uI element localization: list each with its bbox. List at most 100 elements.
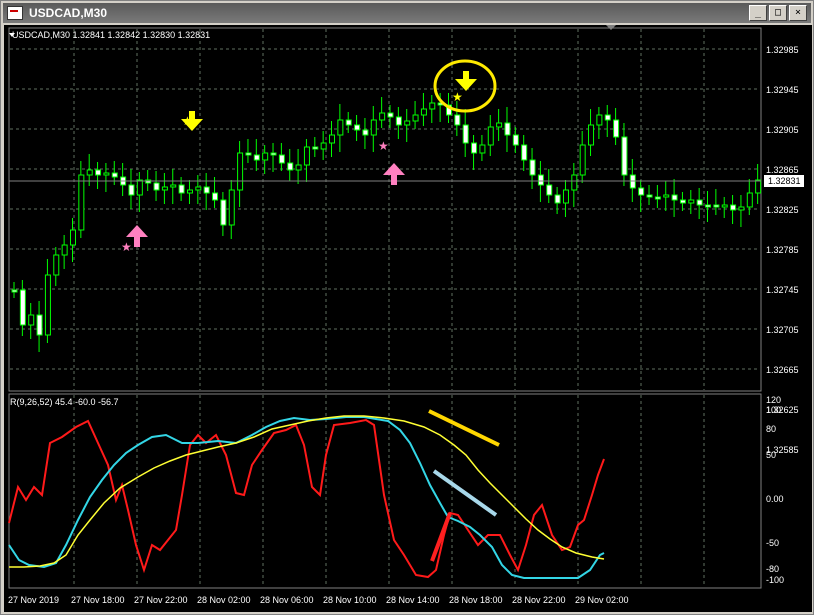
time-tick-label: 28 Nov 14:00	[386, 595, 440, 605]
candle-body	[220, 199, 227, 226]
candle-body	[245, 152, 252, 156]
chart-svg: 1.32831 1.329851.329451.329051.328651.32…	[8, 25, 804, 605]
candle-body	[746, 192, 753, 208]
candle-body	[404, 120, 411, 126]
indicator-tick-label: 120	[766, 395, 781, 405]
time-tick-label: 28 Nov 22:00	[512, 595, 566, 605]
candle-body	[44, 274, 51, 336]
candle-body	[588, 124, 595, 146]
candle-body	[95, 169, 102, 176]
candle-body	[78, 174, 85, 231]
candle-body	[345, 119, 352, 126]
star-icon: ★	[121, 240, 132, 254]
candle-body	[529, 159, 536, 176]
indicator-tick-label: 0.00	[766, 494, 784, 504]
title-bar[interactable]: USDCAD,M30 _ □ ×	[3, 3, 811, 23]
price-tick-label: 1.32985	[766, 45, 799, 55]
candle-body	[186, 189, 193, 194]
candle-body	[496, 122, 503, 128]
indicator-panel-frame	[8, 393, 762, 589]
candle-body	[86, 169, 93, 176]
candle-body	[11, 289, 18, 293]
candle-body	[462, 124, 469, 144]
chart-app-icon	[7, 6, 23, 20]
candle-body	[61, 244, 68, 256]
candle-body	[429, 102, 436, 110]
candle-body	[53, 254, 60, 276]
candle-body	[270, 152, 277, 156]
candle-body	[354, 124, 361, 131]
price-tick-label: 1.32745	[766, 285, 799, 295]
indicator-tick-label: 50	[766, 450, 776, 460]
arrow-up-icon	[383, 163, 405, 185]
price-tick-label: 1.32785	[766, 245, 799, 255]
candle-body	[546, 184, 553, 196]
candle-body	[329, 134, 336, 144]
candle-body	[320, 142, 327, 150]
trendline-red[interactable]	[430, 512, 452, 562]
candle-body	[19, 289, 26, 326]
candle-body	[362, 129, 369, 136]
time-axis: 27 Nov 2019 27 Nov 18:00 27 Nov 22:00 28 No…	[8, 595, 629, 605]
window-title: USDCAD,M30	[29, 6, 108, 20]
candle-body	[696, 199, 703, 206]
indicator-tick-label: 80	[766, 424, 776, 434]
chart-header: USDCAD,M30 1.32841 1.32842 1.32830 1.328…	[12, 30, 211, 40]
candle-body	[387, 112, 394, 118]
maximize-button[interactable]: □	[769, 5, 787, 21]
close-button[interactable]: ×	[789, 5, 807, 21]
candle-body	[28, 314, 35, 326]
candle-body	[688, 199, 695, 204]
candle-body	[613, 119, 620, 138]
candle-body	[721, 204, 728, 208]
indicator-header: R(9,26,52) 45.4 -60.0 -56.7	[10, 397, 119, 407]
candle-body	[170, 184, 177, 188]
candle-body	[487, 126, 494, 146]
price-tick-label: 1.32825	[766, 205, 799, 215]
candles	[11, 93, 762, 352]
candle-body	[195, 186, 202, 191]
candle-body	[654, 196, 661, 200]
candle-body	[679, 199, 686, 204]
price-tick-label: 1.32905	[766, 125, 799, 135]
trendline-yellow[interactable]	[428, 409, 500, 447]
candle-body	[596, 114, 603, 126]
candle-body	[730, 204, 737, 211]
candle-body	[262, 152, 269, 161]
candle-body	[663, 194, 670, 198]
candle-body	[178, 184, 185, 194]
candle-body	[420, 108, 427, 116]
time-tick-label: 28 Nov 10:00	[323, 595, 377, 605]
candle-body	[755, 179, 762, 194]
candle-body	[713, 204, 720, 208]
candle-body	[295, 164, 302, 171]
time-tick-label: 27 Nov 18:00	[71, 595, 125, 605]
candle-body	[621, 136, 628, 176]
candle-body	[705, 204, 712, 208]
price-tick-label: 1.32945	[766, 85, 799, 95]
candle-body	[36, 314, 43, 336]
candle-body	[412, 114, 419, 122]
candle-body	[646, 194, 653, 198]
time-tick-label: 29 Nov 02:00	[575, 595, 629, 605]
candle-body	[111, 172, 118, 178]
candle-body	[153, 182, 160, 191]
candle-body	[471, 142, 478, 154]
price-tick-label: 1.32665	[766, 365, 799, 375]
candle-body	[395, 116, 402, 126]
chart-window: USDCAD,M30 _ □ × 1.32831 1.32985 1.32945 1…	[0, 0, 814, 615]
candle-body	[504, 122, 511, 136]
candle-body	[237, 152, 244, 191]
minimize-button[interactable]: _	[749, 5, 767, 21]
candle-body	[278, 154, 285, 164]
candle-body	[312, 146, 319, 150]
arrow-down-icon	[455, 71, 477, 91]
time-tick-label: 27 Nov 22:00	[134, 595, 188, 605]
candle-body	[370, 119, 377, 136]
candle-body	[303, 146, 310, 166]
time-tick-label: 28 Nov 06:00	[260, 595, 314, 605]
chart-canvas[interactable]: 1.32831 1.32985 1.32945 1.32905 1.32865 1.32…	[4, 25, 812, 612]
candle-body	[161, 186, 168, 191]
candle-body	[579, 144, 586, 176]
current-price-label: 1.32831	[768, 176, 801, 186]
